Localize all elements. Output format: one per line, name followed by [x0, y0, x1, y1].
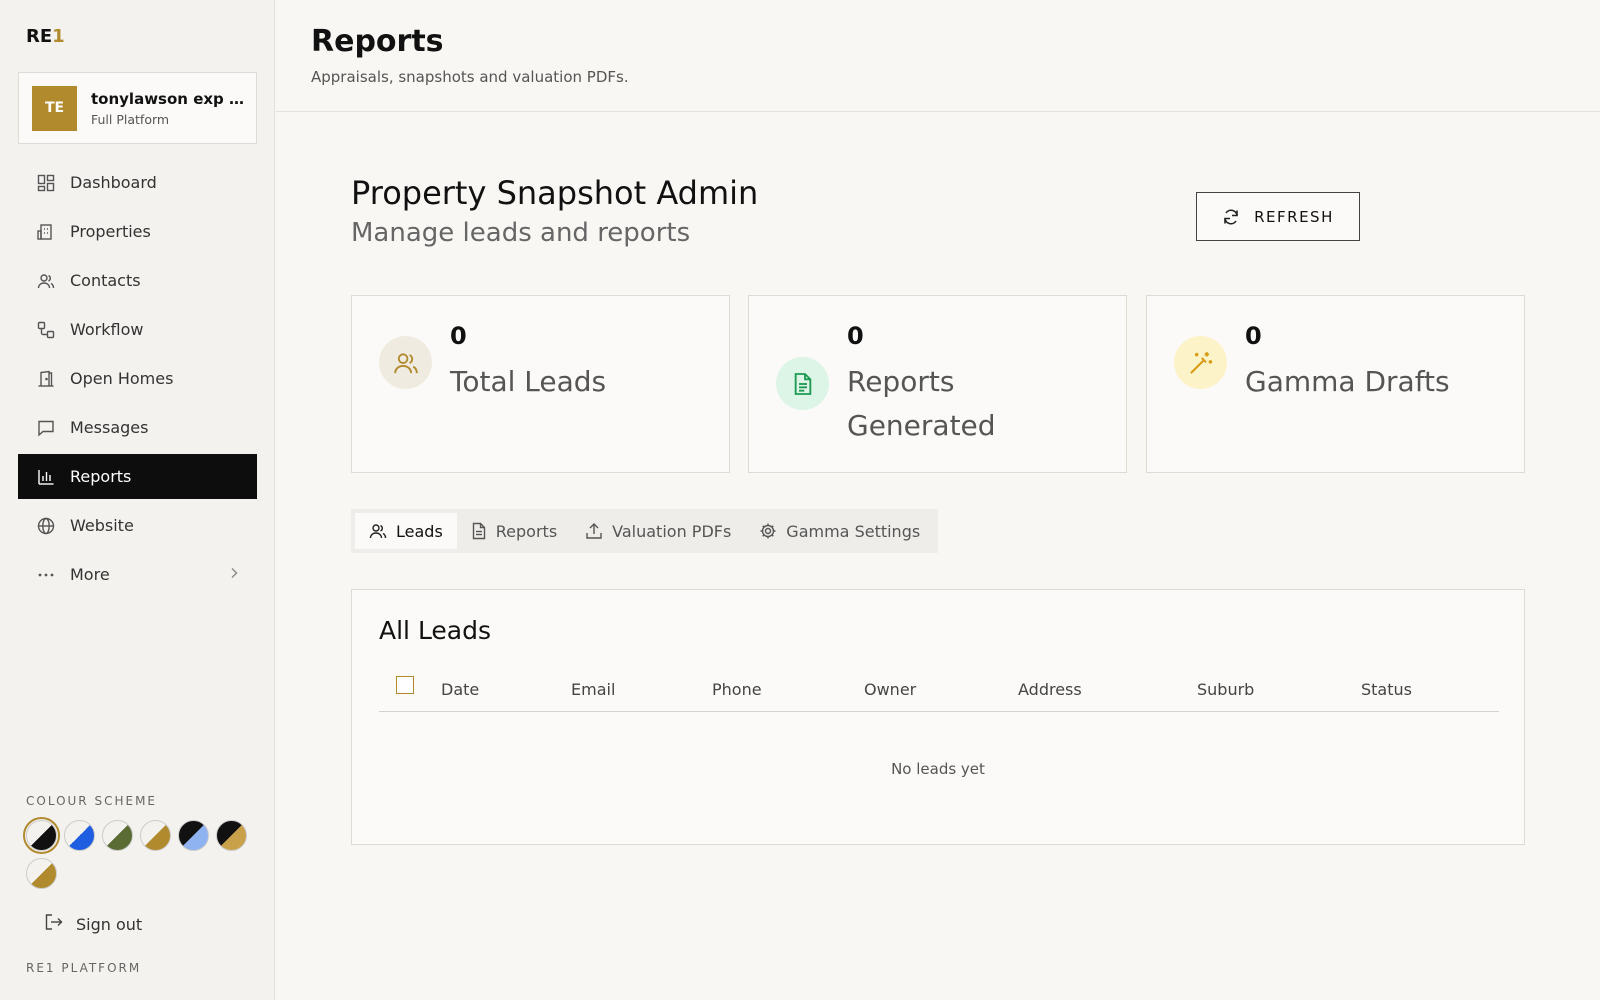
more-icon: [36, 565, 56, 585]
account-switcher[interactable]: TE tonylawson exp &... Full Platform: [18, 72, 257, 144]
sidebar-item-messages[interactable]: Messages: [18, 405, 257, 450]
leads-panel: All Leads Date Email Phone Owner Address…: [351, 589, 1525, 845]
dashboard-icon: [36, 173, 56, 193]
tab-valuation-pdfs[interactable]: Valuation PDFs: [571, 513, 745, 549]
building-icon: [36, 222, 56, 242]
chevron-right-icon: [229, 567, 239, 583]
colour-swatch[interactable]: [178, 820, 209, 851]
admin-subtitle: Manage leads and reports: [351, 218, 691, 248]
stat-card-gamma-drafts: 0 Gamma Drafts: [1146, 295, 1525, 473]
sign-out-label: Sign out: [76, 914, 143, 934]
stat-value: 0: [450, 322, 467, 350]
stat-label: Reports Generated: [847, 365, 996, 442]
sidebar-item-properties[interactable]: Properties: [18, 209, 257, 254]
report-tabs: Leads Reports Valuation PDFs Gamma Setti…: [351, 509, 939, 553]
logo-text: RE: [26, 26, 53, 47]
magic-wand-icon: [1174, 336, 1227, 389]
column-header-status[interactable]: Status: [1361, 680, 1412, 699]
stat-value: 0: [847, 322, 864, 350]
colour-swatch[interactable]: [140, 820, 171, 851]
message-icon: [36, 418, 56, 438]
tab-label: Gamma Settings: [786, 521, 921, 541]
column-header-suburb[interactable]: Suburb: [1197, 680, 1254, 699]
tab-label: Leads: [396, 521, 443, 541]
upload-icon: [585, 522, 603, 540]
users-icon: [369, 522, 387, 540]
account-name: tonylawson exp &...: [91, 89, 251, 108]
colour-swatch[interactable]: [23, 817, 60, 854]
sidebar-item-label: Dashboard: [70, 173, 157, 192]
refresh-label: REFRESH: [1254, 207, 1334, 226]
select-all-checkbox[interactable]: [396, 676, 414, 694]
colour-scheme-label: COLOUR SCHEME: [26, 794, 157, 808]
table-header: Date Email Phone Owner Address Suburb St…: [379, 672, 1499, 712]
tab-reports[interactable]: Reports: [457, 513, 571, 549]
door-icon: [36, 369, 56, 389]
stat-card-reports-generated: 0 Reports Generated: [748, 295, 1127, 473]
sidebar-item-website[interactable]: Website: [18, 503, 257, 548]
users-icon: [379, 336, 432, 389]
sidebar: RE1 TE tonylawson exp &... Full Platform…: [0, 0, 275, 1000]
account-plan: Full Platform: [91, 111, 170, 127]
stat-card-total-leads: 0 Total Leads: [351, 295, 730, 473]
admin-title: Property Snapshot Admin: [351, 174, 759, 212]
file-text-icon: [776, 357, 829, 410]
page-title: Reports: [311, 24, 444, 59]
sign-out-icon: [44, 913, 64, 935]
tab-label: Reports: [495, 521, 558, 541]
empty-state: No leads yet: [891, 760, 985, 778]
bar-chart-icon: [36, 467, 56, 487]
stat-label: Gamma Drafts: [1245, 365, 1450, 398]
file-icon: [471, 522, 487, 540]
sidebar-item-label: Messages: [70, 418, 149, 437]
page-header: Reports Appraisals, snapshots and valuat…: [276, 0, 1600, 112]
colour-swatch[interactable]: [102, 820, 133, 851]
logo[interactable]: RE1: [26, 26, 65, 47]
refresh-icon: [1222, 208, 1240, 226]
platform-label: RE1 PLATFORM: [26, 961, 142, 975]
colour-swatch[interactable]: [26, 858, 57, 889]
column-header-date[interactable]: Date: [441, 680, 479, 699]
logo-accent: 1: [52, 26, 65, 47]
sidebar-item-contacts[interactable]: Contacts: [18, 258, 257, 303]
colour-scheme-swatches: [23, 817, 256, 889]
leads-title: All Leads: [379, 616, 492, 645]
sidebar-item-more[interactable]: More: [18, 552, 257, 597]
gear-icon: [759, 522, 777, 540]
sidebar-item-open-homes[interactable]: Open Homes: [18, 356, 257, 401]
page-subtitle: Appraisals, snapshots and valuation PDFs…: [311, 68, 629, 86]
refresh-button[interactable]: REFRESH: [1196, 192, 1360, 241]
column-header-address[interactable]: Address: [1018, 680, 1082, 699]
sidebar-nav: Dashboard Properties Contacts Workflow O…: [18, 160, 257, 601]
workflow-icon: [36, 320, 56, 340]
sidebar-item-reports[interactable]: Reports: [18, 454, 257, 499]
stat-label: Total Leads: [450, 365, 607, 398]
sidebar-item-label: Reports: [70, 467, 132, 486]
tab-label: Valuation PDFs: [612, 521, 732, 541]
sidebar-item-label: Website: [70, 516, 134, 535]
globe-icon: [36, 516, 56, 536]
sidebar-item-label: Workflow: [70, 320, 144, 339]
tab-leads[interactable]: Leads: [355, 513, 457, 549]
sidebar-item-label: Contacts: [70, 271, 141, 290]
column-header-email[interactable]: Email: [571, 680, 615, 699]
tab-gamma-settings[interactable]: Gamma Settings: [745, 513, 934, 549]
sidebar-item-workflow[interactable]: Workflow: [18, 307, 257, 352]
column-header-phone[interactable]: Phone: [712, 680, 762, 699]
stat-value: 0: [1245, 322, 1262, 350]
sidebar-item-label: More: [70, 565, 110, 584]
sidebar-item-dashboard[interactable]: Dashboard: [18, 160, 257, 205]
colour-swatch[interactable]: [216, 820, 247, 851]
sign-out-button[interactable]: Sign out: [44, 913, 142, 935]
sidebar-item-label: Properties: [70, 222, 151, 241]
column-header-owner[interactable]: Owner: [864, 680, 916, 699]
sidebar-item-label: Open Homes: [70, 369, 174, 388]
colour-swatch[interactable]: [64, 820, 95, 851]
avatar: TE: [32, 85, 77, 131]
users-icon: [36, 271, 56, 291]
